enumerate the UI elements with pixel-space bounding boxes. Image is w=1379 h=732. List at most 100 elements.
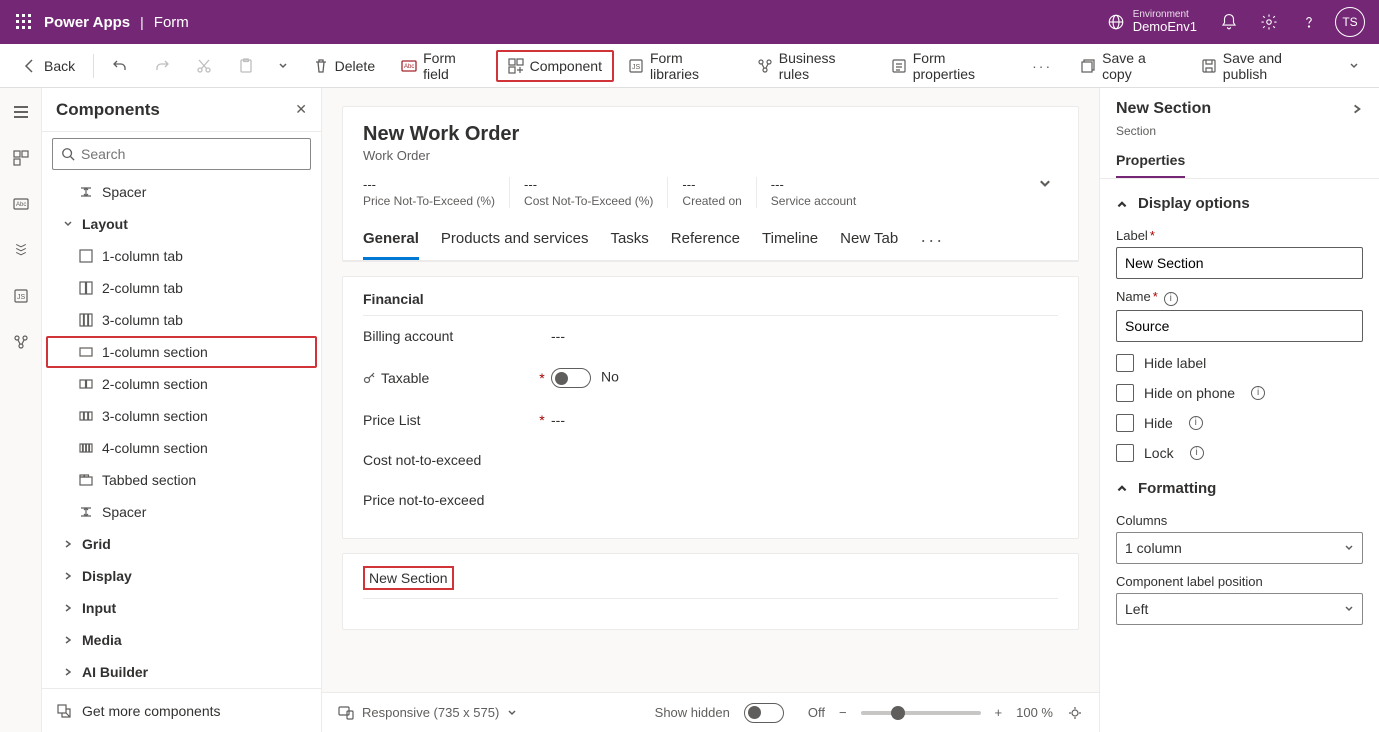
checkbox-hide-on-phone[interactable]: Hide on phonei [1116, 384, 1363, 402]
components-search[interactable] [52, 138, 311, 170]
layout-group-label: Layout [82, 216, 128, 232]
group-media[interactable]: Media [46, 624, 317, 656]
info-icon[interactable]: i [1190, 446, 1204, 460]
save-copy-button[interactable]: Save a copy [1068, 42, 1187, 90]
checkbox[interactable] [1116, 354, 1134, 372]
field-price-list[interactable]: Price List*--- [363, 400, 1058, 440]
component-item-spacer-top[interactable]: Spacer [46, 176, 317, 208]
rail-rules[interactable] [5, 326, 37, 358]
formatting-group[interactable]: Formatting [1116, 474, 1363, 503]
component-button[interactable]: Component [496, 50, 614, 82]
redo-button[interactable] [142, 50, 182, 82]
show-hidden-toggle[interactable] [744, 703, 784, 723]
tab-tasks[interactable]: Tasks [610, 222, 648, 260]
field-taxable[interactable]: Taxable*No [363, 356, 1058, 400]
components-search-input[interactable] [81, 146, 302, 162]
help-button[interactable] [1289, 0, 1329, 44]
group-display[interactable]: Display [46, 560, 317, 592]
tab-new-tab[interactable]: New Tab [840, 222, 898, 260]
checkbox-hide-label[interactable]: Hide label [1116, 354, 1363, 372]
info-icon[interactable]: i [1189, 416, 1203, 430]
field-billing-account[interactable]: Billing account--- [363, 316, 1058, 356]
zoom-out-button[interactable]: − [839, 705, 847, 720]
component-item-1-column-tab[interactable]: 1-column tab [46, 240, 317, 272]
undo-button[interactable] [100, 50, 140, 82]
component-item-3-column-section[interactable]: 3-column section [46, 400, 317, 432]
tab-reference[interactable]: Reference [671, 222, 740, 260]
paste-chevron[interactable] [268, 55, 299, 77]
label-input[interactable] [1116, 247, 1363, 279]
form-libraries-button[interactable]: JS Form libraries [616, 42, 743, 90]
brand-name[interactable]: Power Apps [44, 14, 130, 31]
checkbox[interactable] [1116, 444, 1134, 462]
save-publish-button[interactable]: Save and publish [1189, 42, 1337, 90]
back-button[interactable]: Back [10, 50, 87, 82]
tab-products-and-services[interactable]: Products and services [441, 222, 589, 260]
summary-cell[interactable]: ---Price Not-To-Exceed (%) [363, 177, 509, 208]
display-options-group[interactable]: Display options [1116, 189, 1363, 218]
checkbox[interactable] [1116, 414, 1134, 432]
layout-group[interactable]: Layout [46, 208, 317, 240]
form-canvas-scroll[interactable]: New Work Order Work Order ---Price Not-T… [322, 88, 1099, 692]
form-field-button[interactable]: Abc Form field [389, 42, 493, 90]
toggle[interactable] [551, 368, 591, 388]
tab-overflow[interactable]: ··· [920, 222, 944, 260]
notifications-button[interactable] [1209, 0, 1249, 44]
field-price-not-to-exceed[interactable]: Price not-to-exceed [363, 480, 1058, 520]
component-item-3-column-tab[interactable]: 3-column tab [46, 304, 317, 336]
checkbox-hide[interactable]: Hidei [1116, 414, 1363, 432]
rail-hamburger[interactable] [5, 96, 37, 128]
more-commands-button[interactable]: ··· [1020, 50, 1064, 82]
save-chevron[interactable] [1338, 55, 1369, 77]
section-financial[interactable]: Financial Billing account---Taxable*NoPr… [342, 276, 1079, 539]
panel-close-button[interactable]: ✕ [295, 101, 307, 118]
rail-libraries[interactable]: JS [5, 280, 37, 312]
new-section-card[interactable]: New Section [342, 553, 1079, 630]
clp-select[interactable]: Left [1116, 593, 1363, 625]
group-grid[interactable]: Grid [46, 528, 317, 560]
component-item-spacer[interactable]: Spacer [46, 496, 317, 528]
summary-cell[interactable]: ---Service account [756, 177, 870, 208]
group-ai-builder[interactable]: AI Builder [46, 656, 317, 688]
environment-picker[interactable]: Environment DemoEnv1 [1107, 9, 1197, 34]
info-icon[interactable]: i [1251, 386, 1265, 400]
delete-button[interactable]: Delete [301, 50, 387, 82]
components-list[interactable]: Spacer Layout 1-column tab2-column tab3-… [42, 176, 321, 688]
name-input[interactable] [1116, 310, 1363, 342]
properties-tab[interactable]: Properties [1116, 146, 1185, 178]
summary-cell[interactable]: ---Created on [667, 177, 755, 208]
info-icon[interactable]: i [1164, 292, 1178, 306]
field-cost-not-to-exceed[interactable]: Cost not-to-exceed [363, 440, 1058, 480]
get-more-components[interactable]: Get more components [42, 688, 321, 732]
zoom-slider[interactable] [861, 711, 981, 715]
business-rules-button[interactable]: Business rules [745, 42, 877, 90]
checkbox[interactable] [1116, 384, 1134, 402]
form-properties-button[interactable]: Form properties [879, 42, 1018, 90]
rail-components[interactable] [5, 142, 37, 174]
app-launcher-icon[interactable] [8, 6, 40, 38]
component-item-4-column-section[interactable]: 4-column section [46, 432, 317, 464]
checkbox-lock[interactable]: Locki [1116, 444, 1363, 462]
rail-fields[interactable]: Abc [5, 188, 37, 220]
tab-timeline[interactable]: Timeline [762, 222, 818, 260]
properties-body[interactable]: Display options Label* Name*i Hide label… [1100, 179, 1379, 732]
component-item-2-column-section[interactable]: 2-column section [46, 368, 317, 400]
group-input[interactable]: Input [46, 592, 317, 624]
component-item-tabbed-section[interactable]: Tabbed section [46, 464, 317, 496]
properties-expand-button[interactable] [1351, 103, 1363, 115]
tab-general[interactable]: General [363, 222, 419, 260]
form-header-card[interactable]: New Work Order Work Order ---Price Not-T… [342, 106, 1079, 262]
component-item-1-column-section[interactable]: 1-column section [46, 336, 317, 368]
settings-button[interactable] [1249, 0, 1289, 44]
summary-expand[interactable] [1038, 177, 1058, 191]
rail-tree[interactable] [5, 234, 37, 266]
responsive-picker[interactable]: Responsive (735 x 575) [338, 705, 517, 720]
zoom-in-button[interactable]: + [995, 705, 1003, 720]
component-item-2-column-tab[interactable]: 2-column tab [46, 272, 317, 304]
user-avatar[interactable]: TS [1335, 7, 1365, 37]
paste-button[interactable] [226, 50, 266, 82]
fit-screen-button[interactable] [1067, 705, 1083, 721]
cut-button[interactable] [184, 50, 224, 82]
summary-cell[interactable]: ---Cost Not-To-Exceed (%) [509, 177, 667, 208]
columns-select[interactable]: 1 column [1116, 532, 1363, 564]
